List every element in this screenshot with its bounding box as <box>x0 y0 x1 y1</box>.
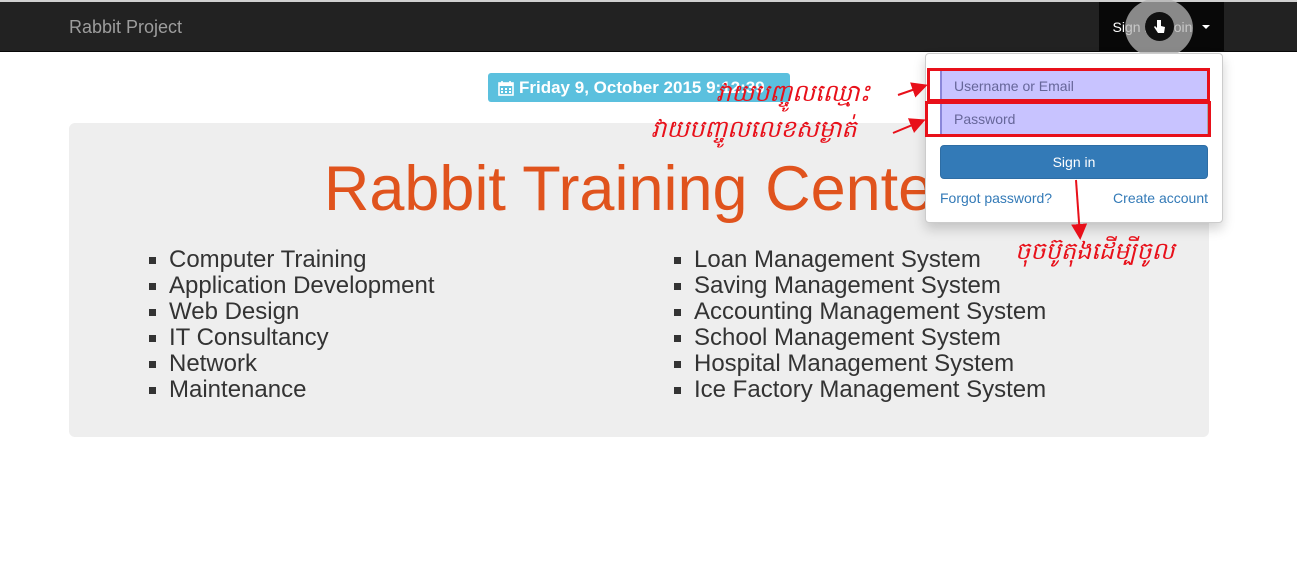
list-item: Ice Factory Management System <box>674 377 1046 403</box>
forgot-password-link[interactable]: Forgot password? <box>940 190 1052 206</box>
caret-down-icon <box>1202 25 1211 29</box>
list-item: Hospital Management System <box>674 351 1046 377</box>
create-account-link[interactable]: Create account <box>1113 190 1208 206</box>
arrow-to-username <box>897 82 928 98</box>
calendar-icon <box>498 80 514 96</box>
sign-in-button[interactable]: Sign in <box>940 145 1208 179</box>
username-annotation: វាយបញ្ចូលឈ្មោះ <box>716 79 871 107</box>
password-annotation: វាយបញ្ចូលលេខសម្ងាត់ <box>651 115 857 143</box>
list-item: Saving Management System <box>674 273 1046 299</box>
hand-cursor-icon <box>1145 12 1174 41</box>
list-item: Computer Training <box>149 247 435 273</box>
list-item: Web Design <box>149 299 435 325</box>
password-input[interactable] <box>940 103 1208 135</box>
navbar: Rabbit Project Sign in | Join <box>0 0 1297 52</box>
list-item: Maintenance <box>149 377 435 403</box>
list-item: IT Consultancy <box>149 325 435 351</box>
login-dropdown: Sign in Forgot password? Create account <box>925 53 1223 223</box>
signin-annotation: ចុចប៊ូតុងដើម្បីចូល <box>1015 237 1175 265</box>
list-item: Network <box>149 351 435 377</box>
username-input[interactable] <box>940 70 1208 102</box>
list-item: Application Development <box>149 273 435 299</box>
list-item: Accounting Management System <box>674 299 1046 325</box>
services-list-left: Computer Training Application Developmen… <box>149 247 435 403</box>
list-item: School Management System <box>674 325 1046 351</box>
list-item: Loan Management System <box>674 247 1046 273</box>
brand-link[interactable]: Rabbit Project <box>69 17 182 38</box>
services-list-right: Loan Management System Saving Management… <box>674 247 1046 403</box>
